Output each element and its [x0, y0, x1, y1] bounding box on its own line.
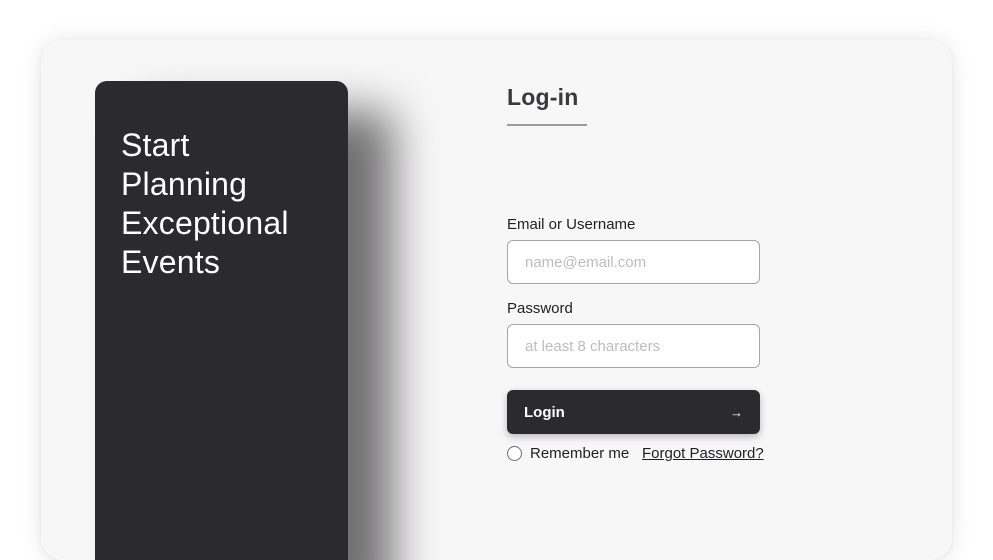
login-card: Start Planning Exceptional Events Log-in…	[41, 40, 952, 560]
login-title: Log-in	[507, 84, 579, 110]
password-label: Password	[507, 300, 573, 317]
login-button-label: Login	[524, 403, 565, 421]
password-input[interactable]	[507, 324, 760, 368]
remember-me-radio[interactable]	[507, 446, 522, 461]
remember-me[interactable]: Remember me	[507, 445, 629, 462]
forgot-password-link[interactable]: Forgot Password?	[642, 445, 764, 462]
login-button[interactable]: Login →	[507, 390, 760, 434]
hero-panel: Start Planning Exceptional Events	[95, 81, 348, 560]
hero-title: Start Planning Exceptional Events	[121, 126, 341, 282]
remember-me-label: Remember me	[530, 445, 630, 462]
hero-title-line: Planning	[121, 166, 248, 202]
login-title-underline	[507, 124, 587, 126]
email-input[interactable]	[507, 240, 760, 284]
email-label: Email or Username	[507, 216, 636, 233]
hero-title-line: Events	[121, 244, 221, 280]
arrow-right-icon: →	[730, 404, 743, 420]
hero-title-line: Exceptional	[121, 205, 289, 241]
hero-title-line: Start	[121, 127, 190, 163]
